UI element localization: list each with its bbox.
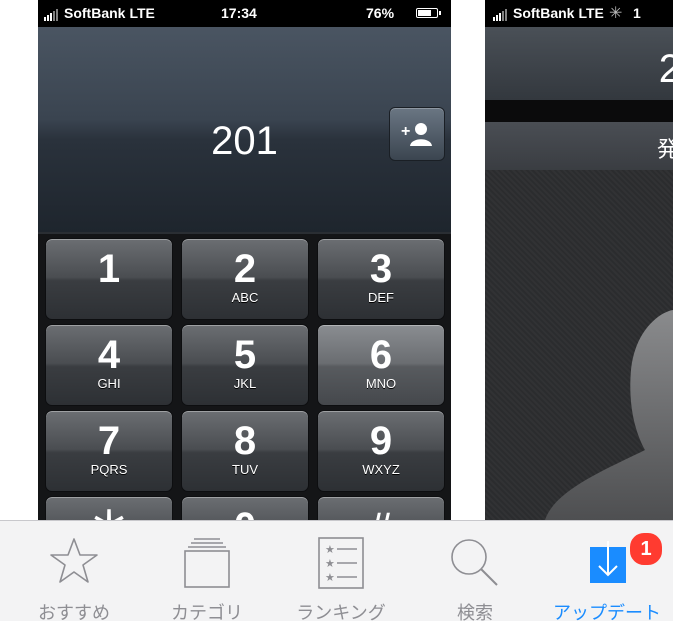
search-icon (451, 539, 498, 586)
key-digit: # (318, 507, 444, 520)
key-digit: 0 (182, 507, 308, 520)
network-type: LTE (129, 5, 155, 21)
keypad-key[interactable]: 9 WXYZ (317, 410, 445, 492)
status-bar: SoftBank LTE 17:34 76% (38, 0, 451, 27)
tab-ranking[interactable]: ★ ★ ★ ランキング (274, 521, 408, 623)
battery-percent: 76% (366, 5, 395, 21)
keypad-key[interactable]: 1 (45, 238, 173, 320)
ranking-list-icon: ★ ★ ★ (318, 537, 364, 589)
key-digit: 5 (233, 333, 257, 377)
status-time-right: 1 (633, 5, 641, 21)
calling-status-partial: 発 (656, 137, 673, 162)
keypad-key[interactable]: ＊ (45, 496, 173, 520)
contact-silhouette-icon (545, 310, 673, 520)
carrier-name: SoftBank (64, 5, 126, 21)
phone-dialer-screenshot: SoftBank LTE 17:34 76% 201 + 1 2 ABC 3 DEF 4 G… (38, 0, 451, 520)
key-digit: ＊ (46, 507, 172, 520)
key-letters: PQRS (90, 462, 128, 477)
tab-updates[interactable]: 1 アップデート (540, 521, 673, 623)
update-count-badge: 1 (628, 531, 664, 567)
number-display: 201 + (38, 27, 451, 232)
tab-label: カテゴリ (171, 603, 243, 623)
phone-calling-screenshot: SoftBank LTE ✳ 1 2 発 (485, 0, 673, 520)
key-letters: DEF (368, 290, 394, 305)
svg-text:★: ★ (325, 543, 335, 556)
keypad-key[interactable]: 8 TUV (181, 410, 309, 492)
network-type-right: LTE (578, 5, 604, 21)
keypad: 12ABC3DEF4GHI5JKL6MNO7PQRS8TUV9WXYZ＊0# (38, 232, 451, 520)
status-time: 17:34 (221, 5, 257, 21)
calling-number-partial: 2 (658, 47, 673, 91)
status-bar-right: SoftBank LTE ✳ 1 (485, 0, 673, 27)
key-digit: 6 (369, 333, 393, 377)
keypad-key[interactable]: # (317, 496, 445, 520)
add-contact-button[interactable]: + (389, 107, 445, 161)
key-letters: WXYZ (362, 462, 400, 477)
keypad-key[interactable]: 6 MNO (317, 324, 445, 406)
signal-strength-icon (493, 9, 507, 21)
keypad-key[interactable]: 3 DEF (317, 238, 445, 320)
app-store-tab-bar: おすすめ カテゴリ ★ ★ ★ ランキング 検索 1 アップデート (0, 520, 673, 623)
carrier-name-right: SoftBank (513, 5, 575, 21)
svg-text:+: + (401, 123, 410, 140)
categories-icon (184, 538, 230, 588)
battery-icon (416, 8, 441, 18)
contact-silhouette (485, 170, 673, 520)
tab-featured[interactable]: おすすめ (7, 521, 141, 623)
carrier-group: SoftBank LTE (44, 5, 155, 21)
key-digit: 7 (97, 419, 121, 463)
key-letters: TUV (232, 462, 258, 477)
svg-text:★: ★ (325, 571, 335, 584)
calling-number-band: 2 (485, 27, 673, 100)
key-digit: 4 (97, 333, 121, 377)
key-letters: MNO (365, 376, 397, 391)
keypad-key[interactable]: 7 PQRS (45, 410, 173, 492)
key-letters: GHI (97, 376, 121, 391)
updates-download-icon (590, 541, 626, 583)
svg-text:★: ★ (325, 557, 335, 570)
tab-search[interactable]: 検索 (408, 521, 542, 623)
calling-status-band: 発 (485, 122, 673, 170)
keypad-key[interactable]: 0 (181, 496, 309, 520)
star-icon (50, 538, 98, 583)
signal-strength-icon (44, 9, 58, 21)
key-digit: 3 (369, 247, 393, 291)
tab-label: ランキング (296, 603, 386, 623)
keypad-key[interactable]: 5 JKL (181, 324, 309, 406)
key-digit: 9 (369, 419, 393, 463)
key-letters: ABC (231, 290, 259, 305)
tab-label: 検索 (457, 603, 493, 623)
carrier-group-right: SoftBank LTE (493, 5, 604, 21)
key-digit: 2 (233, 247, 257, 291)
divider-band (485, 100, 673, 122)
activity-spinner-icon: ✳ (609, 5, 623, 22)
key-letters: JKL (233, 376, 257, 391)
tab-label: おすすめ (38, 603, 110, 623)
keypad-key[interactable]: 2 ABC (181, 238, 309, 320)
key-digit: 1 (97, 247, 121, 291)
tab-label: アップデート (553, 603, 661, 623)
key-digit: 8 (233, 419, 257, 463)
add-contact-icon: + (401, 123, 432, 146)
keypad-key[interactable]: 4 GHI (45, 324, 173, 406)
tab-categories[interactable]: カテゴリ (140, 521, 274, 623)
